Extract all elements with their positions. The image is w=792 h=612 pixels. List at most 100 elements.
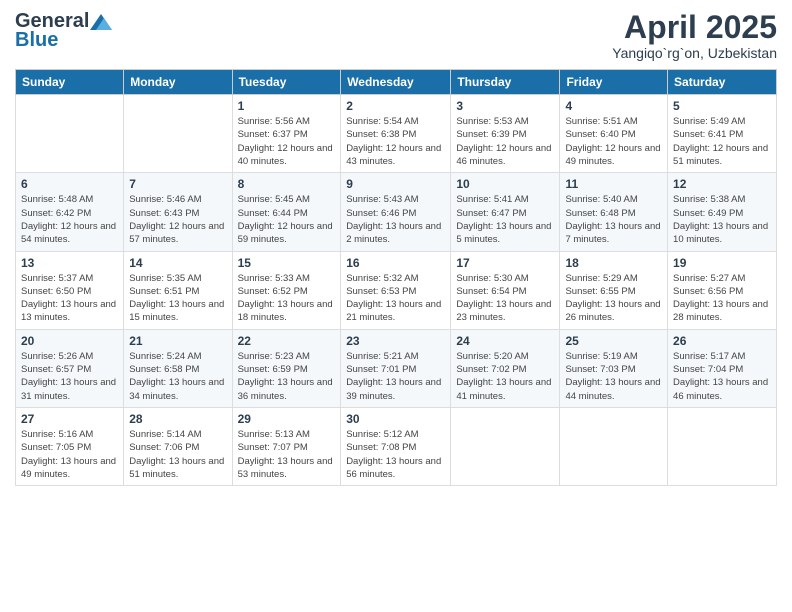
day-info: Sunrise: 5:17 AM Sunset: 7:04 PM Dayligh…: [673, 350, 771, 403]
col-monday: Monday: [124, 70, 232, 95]
table-row: 2 Sunrise: 5:54 AM Sunset: 6:38 PM Daylig…: [341, 95, 451, 173]
day-info: Sunrise: 5:41 AM Sunset: 6:47 PM Dayligh…: [456, 193, 554, 246]
table-row: 25 Sunrise: 5:19 AM Sunset: 7:03 PM Dayli…: [560, 329, 668, 407]
table-row: 22Sunrise: 5:23 AM Sunset: 6:59 PM Dayli…: [232, 329, 341, 407]
day-number: 9: [346, 177, 445, 191]
day-info: Sunrise: 5:49 AM Sunset: 6:41 PM Dayligh…: [673, 115, 771, 168]
day-info: Sunrise: 5:51 AM Sunset: 6:40 PM Dayligh…: [565, 115, 662, 168]
table-row: 17 Sunrise: 5:30 AM Sunset: 6:54 PM Dayli…: [451, 251, 560, 329]
day-info: Sunrise: 5:24 AM Sunset: 6:58 PM Dayligh…: [129, 350, 226, 403]
day-info: Sunrise: 5:33 AM Sunset: 6:52 PM Dayligh…: [238, 272, 336, 325]
day-info: Sunrise: 5:40 AM Sunset: 6:48 PM Dayligh…: [565, 193, 662, 246]
day-info: Sunrise: 5:20 AM Sunset: 7:02 PM Dayligh…: [456, 350, 554, 403]
calendar-week-row: 6 Sunrise: 5:48 AM Sunset: 6:42 PM Daylig…: [16, 173, 777, 251]
day-number: 6: [21, 177, 118, 191]
table-row: 20 Sunrise: 5:26 AM Sunset: 6:57 PM Dayli…: [16, 329, 124, 407]
day-number: 13: [21, 256, 118, 270]
day-info: Sunrise: 5:30 AM Sunset: 6:54 PM Dayligh…: [456, 272, 554, 325]
day-number: 27: [21, 412, 118, 426]
day-info: Sunrise: 5:16 AM Sunset: 7:05 PM Dayligh…: [21, 428, 118, 481]
day-number: 19: [673, 256, 771, 270]
day-info: Sunrise: 5:54 AM Sunset: 6:38 PM Dayligh…: [346, 115, 445, 168]
table-row: 6 Sunrise: 5:48 AM Sunset: 6:42 PM Daylig…: [16, 173, 124, 251]
day-info: Sunrise: 5:53 AM Sunset: 6:39 PM Dayligh…: [456, 115, 554, 168]
day-number: 20: [21, 334, 118, 348]
day-info: Sunrise: 5:46 AM Sunset: 6:43 PM Dayligh…: [129, 193, 226, 246]
table-row: [560, 407, 668, 485]
day-info: Sunrise: 5:19 AM Sunset: 7:03 PM Dayligh…: [565, 350, 662, 403]
table-row: 5 Sunrise: 5:49 AM Sunset: 6:41 PM Daylig…: [668, 95, 777, 173]
day-info: Sunrise: 5:14 AM Sunset: 7:06 PM Dayligh…: [129, 428, 226, 481]
col-wednesday: Wednesday: [341, 70, 451, 95]
day-info: Sunrise: 5:37 AM Sunset: 6:50 PM Dayligh…: [21, 272, 118, 325]
day-number: 14: [129, 256, 226, 270]
day-number: 23: [346, 334, 445, 348]
day-info: Sunrise: 5:21 AM Sunset: 7:01 PM Dayligh…: [346, 350, 445, 403]
day-number: 2: [346, 99, 445, 113]
day-info: Sunrise: 5:38 AM Sunset: 6:49 PM Dayligh…: [673, 193, 771, 246]
day-info: Sunrise: 5:27 AM Sunset: 6:56 PM Dayligh…: [673, 272, 771, 325]
calendar-header-row: Sunday Monday Tuesday Wednesday Thursday…: [16, 70, 777, 95]
day-number: 15: [238, 256, 336, 270]
col-saturday: Saturday: [668, 70, 777, 95]
day-info: Sunrise: 5:26 AM Sunset: 6:57 PM Dayligh…: [21, 350, 118, 403]
day-info: Sunrise: 5:56 AM Sunset: 6:37 PM Dayligh…: [238, 115, 336, 168]
day-number: 28: [129, 412, 226, 426]
day-number: 8: [238, 177, 336, 191]
day-number: 12: [673, 177, 771, 191]
main-container: General Blue April 2025 Yangiqo`rg`on, U…: [0, 0, 792, 496]
table-row: 18Sunrise: 5:29 AM Sunset: 6:55 PM Dayli…: [560, 251, 668, 329]
day-info: Sunrise: 5:35 AM Sunset: 6:51 PM Dayligh…: [129, 272, 226, 325]
calendar-week-row: 13 Sunrise: 5:37 AM Sunset: 6:50 PM Dayli…: [16, 251, 777, 329]
location: Yangiqo`rg`on, Uzbekistan: [612, 45, 777, 61]
day-info: Sunrise: 5:43 AM Sunset: 6:46 PM Dayligh…: [346, 193, 445, 246]
col-friday: Friday: [560, 70, 668, 95]
table-row: 9 Sunrise: 5:43 AM Sunset: 6:46 PM Daylig…: [341, 173, 451, 251]
col-tuesday: Tuesday: [232, 70, 341, 95]
day-info: Sunrise: 5:12 AM Sunset: 7:08 PM Dayligh…: [346, 428, 445, 481]
calendar-table: Sunday Monday Tuesday Wednesday Thursday…: [15, 69, 777, 486]
day-number: 18: [565, 256, 662, 270]
month-title: April 2025: [612, 10, 777, 45]
day-info: Sunrise: 5:32 AM Sunset: 6:53 PM Dayligh…: [346, 272, 445, 325]
table-row: 26 Sunrise: 5:17 AM Sunset: 7:04 PM Dayli…: [668, 329, 777, 407]
logo-icon: [90, 14, 112, 30]
table-row: [124, 95, 232, 173]
table-row: 7 Sunrise: 5:46 AM Sunset: 6:43 PM Daylig…: [124, 173, 232, 251]
day-number: 29: [238, 412, 336, 426]
table-row: [451, 407, 560, 485]
calendar-week-row: 20 Sunrise: 5:26 AM Sunset: 6:57 PM Dayli…: [16, 329, 777, 407]
table-row: [668, 407, 777, 485]
table-row: [16, 95, 124, 173]
table-row: 8 Sunrise: 5:45 AM Sunset: 6:44 PM Daylig…: [232, 173, 341, 251]
table-row: 15 Sunrise: 5:33 AM Sunset: 6:52 PM Dayli…: [232, 251, 341, 329]
col-sunday: Sunday: [16, 70, 124, 95]
day-number: 3: [456, 99, 554, 113]
table-row: 19 Sunrise: 5:27 AM Sunset: 6:56 PM Dayli…: [668, 251, 777, 329]
calendar-week-row: 1 Sunrise: 5:56 AM Sunset: 6:37 PM Daylig…: [16, 95, 777, 173]
day-number: 1: [238, 99, 336, 113]
day-number: 11: [565, 177, 662, 191]
table-row: 23 Sunrise: 5:21 AM Sunset: 7:01 PM Dayli…: [341, 329, 451, 407]
table-row: 4Sunrise: 5:51 AM Sunset: 6:40 PM Daylig…: [560, 95, 668, 173]
day-number: 17: [456, 256, 554, 270]
day-info: Sunrise: 5:45 AM Sunset: 6:44 PM Dayligh…: [238, 193, 336, 246]
day-info: Sunrise: 5:13 AM Sunset: 7:07 PM Dayligh…: [238, 428, 336, 481]
table-row: 14 Sunrise: 5:35 AM Sunset: 6:51 PM Dayli…: [124, 251, 232, 329]
table-row: 13 Sunrise: 5:37 AM Sunset: 6:50 PM Dayli…: [16, 251, 124, 329]
table-row: 10 Sunrise: 5:41 AM Sunset: 6:47 PM Dayli…: [451, 173, 560, 251]
day-number: 26: [673, 334, 771, 348]
day-number: 25: [565, 334, 662, 348]
header: General Blue April 2025 Yangiqo`rg`on, U…: [15, 10, 777, 61]
table-row: 24Sunrise: 5:20 AM Sunset: 7:02 PM Dayli…: [451, 329, 560, 407]
table-row: 27 Sunrise: 5:16 AM Sunset: 7:05 PM Dayli…: [16, 407, 124, 485]
table-row: 30Sunrise: 5:12 AM Sunset: 7:08 PM Dayli…: [341, 407, 451, 485]
day-info: Sunrise: 5:48 AM Sunset: 6:42 PM Dayligh…: [21, 193, 118, 246]
day-number: 7: [129, 177, 226, 191]
col-thursday: Thursday: [451, 70, 560, 95]
calendar-week-row: 27 Sunrise: 5:16 AM Sunset: 7:05 PM Dayli…: [16, 407, 777, 485]
table-row: 1 Sunrise: 5:56 AM Sunset: 6:37 PM Daylig…: [232, 95, 341, 173]
day-number: 5: [673, 99, 771, 113]
day-number: 10: [456, 177, 554, 191]
table-row: 28 Sunrise: 5:14 AM Sunset: 7:06 PM Dayli…: [124, 407, 232, 485]
